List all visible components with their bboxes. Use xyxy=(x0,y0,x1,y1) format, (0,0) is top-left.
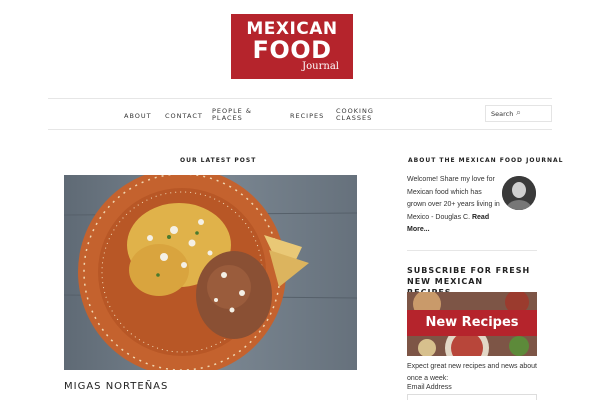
banner-label: New Recipes xyxy=(407,310,537,336)
nav-item-people-places[interactable]: PEOPLE & PLACES xyxy=(212,108,252,122)
author-portrait xyxy=(502,176,536,210)
search-placeholder: Search xyxy=(491,110,514,118)
email-field-label: Email Address xyxy=(407,384,452,391)
sidebar-divider xyxy=(407,250,537,251)
nav-item-cooking-classes[interactable]: COOKING CLASSES xyxy=(336,108,374,122)
about-text: Welcome! Share my love for Mexican food … xyxy=(407,174,502,237)
nav-item-recipes[interactable]: RECIPES xyxy=(290,113,324,120)
nav-item-contact[interactable]: CONTACT xyxy=(165,113,203,120)
logo-line-food: FOOD xyxy=(252,36,332,64)
post-title[interactable]: MIGAS NORTEÑAS xyxy=(64,381,168,392)
email-field[interactable] xyxy=(407,394,537,400)
subscribe-description: Expect great new recipes and news about … xyxy=(407,363,537,382)
nav-item-label: PLACES xyxy=(212,114,243,122)
nav-item-label: CLASSES xyxy=(336,114,373,122)
search-input[interactable]: Search ⌕ xyxy=(485,105,552,122)
new-recipes-banner[interactable]: New Recipes xyxy=(407,292,537,356)
site-logo[interactable]: MEXICAN FOOD Journal xyxy=(231,14,353,79)
featured-post-image[interactable] xyxy=(64,175,357,370)
nav-divider-bottom xyxy=(48,129,552,130)
nav-divider-top xyxy=(48,98,552,99)
migas-plate-illustration xyxy=(64,175,357,370)
section-title: OUR LATEST POST xyxy=(180,157,257,164)
nav-item-about[interactable]: ABOUT xyxy=(124,113,152,120)
about-widget-title: ABOUT THE MEXICAN FOOD JOURNAL xyxy=(408,157,564,164)
search-icon[interactable]: ⌕ xyxy=(516,108,521,118)
author-avatar xyxy=(502,176,536,210)
